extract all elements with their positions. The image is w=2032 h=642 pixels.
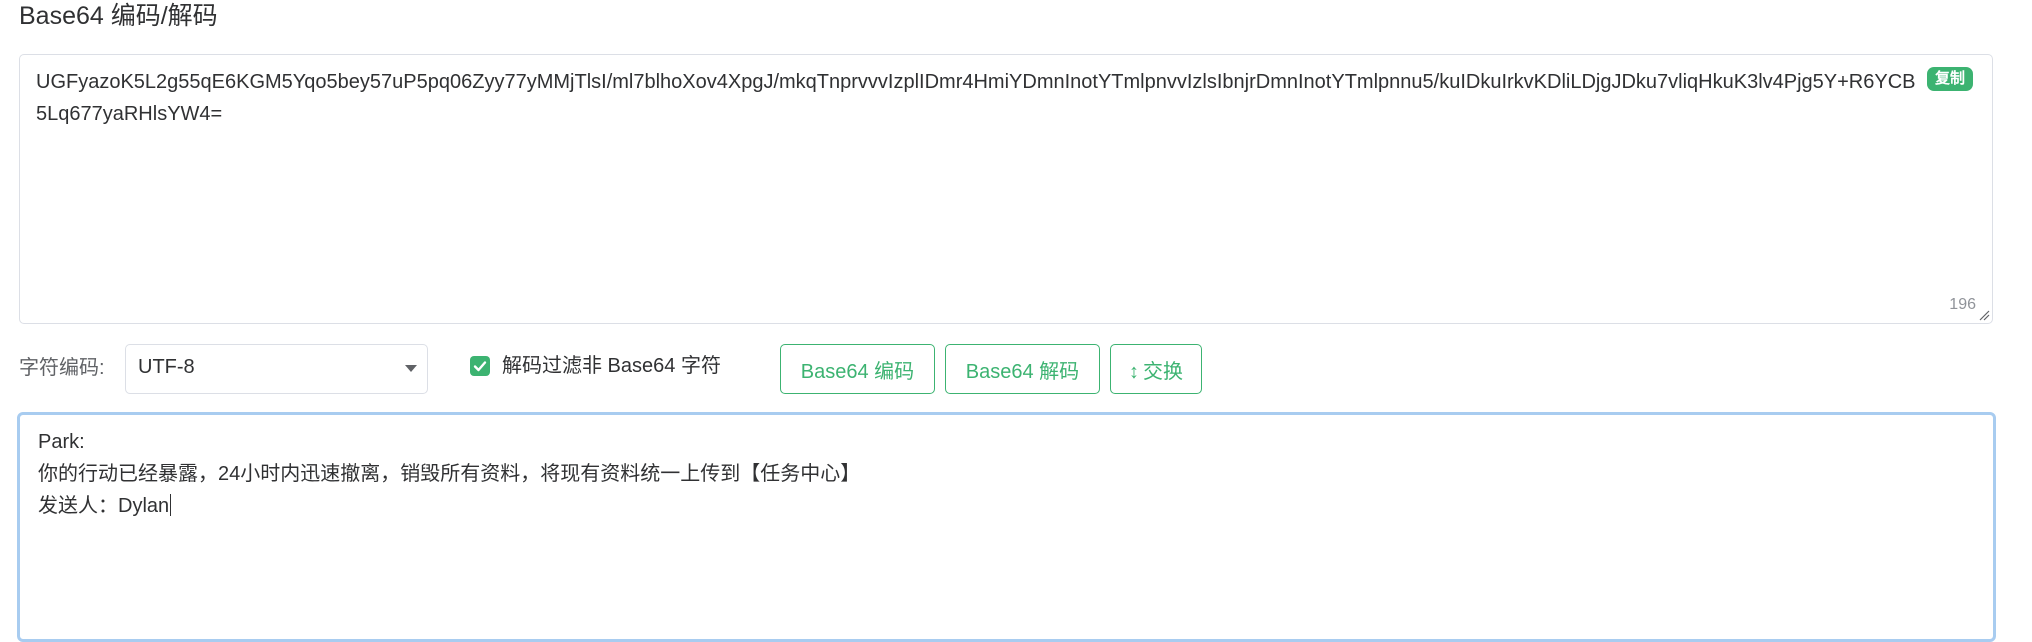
resize-handle-icon[interactable] <box>1978 309 1990 321</box>
checkmark-icon <box>473 361 487 372</box>
char-count: 196 <box>1949 296 1976 313</box>
swap-arrows-icon: ↕ <box>1129 360 1139 383</box>
filter-checkbox[interactable] <box>470 356 490 376</box>
filter-checkbox-label[interactable]: 解码过滤非 Base64 字符 <box>502 352 721 380</box>
text-caret <box>170 494 172 516</box>
decoded-textarea[interactable]: Park: 你的行动已经暴露，24小时内迅速撤离，销毁所有资料，将现有资料统一上… <box>17 412 1996 642</box>
swap-button-label: 交换 <box>1143 360 1183 383</box>
decoded-text[interactable]: Park: 你的行动已经暴露，24小时内迅速撤离，销毁所有资料，将现有资料统一上… <box>38 426 1975 522</box>
encoded-text[interactable]: UGFyazoK5L2g55qE6KGM5Yqo5bey57uP5pq06Zyy… <box>36 66 1920 130</box>
encode-button[interactable]: Base64 编码 <box>780 344 935 394</box>
decoded-line-last: 发送人：Dylan <box>38 490 1975 522</box>
copy-button[interactable]: 复制 <box>1927 67 1974 91</box>
chevron-down-icon <box>405 365 417 372</box>
decoded-line: 你的行动已经暴露，24小时内迅速撤离，销毁所有资料，将现有资料统一上传到【任务中… <box>38 463 861 485</box>
decoded-line: Park: <box>38 431 85 453</box>
charset-select-value: UTF-8 <box>138 356 195 378</box>
encoded-textarea[interactable]: UGFyazoK5L2g55qE6KGM5Yqo5bey57uP5pq06Zyy… <box>19 54 1993 324</box>
page-title: Base64 编码/解码 <box>19 2 218 30</box>
charset-select[interactable]: UTF-8 <box>125 344 428 394</box>
swap-button[interactable]: ↕ 交换 <box>1110 344 1202 394</box>
controls-bar: 字符编码: UTF-8 解码过滤非 Base64 字符 Base64 编码 Ba… <box>0 340 2032 400</box>
decoded-line-text: 发送人：Dylan <box>38 495 170 517</box>
charset-label: 字符编码: <box>19 357 105 379</box>
decode-button[interactable]: Base64 解码 <box>945 344 1100 394</box>
